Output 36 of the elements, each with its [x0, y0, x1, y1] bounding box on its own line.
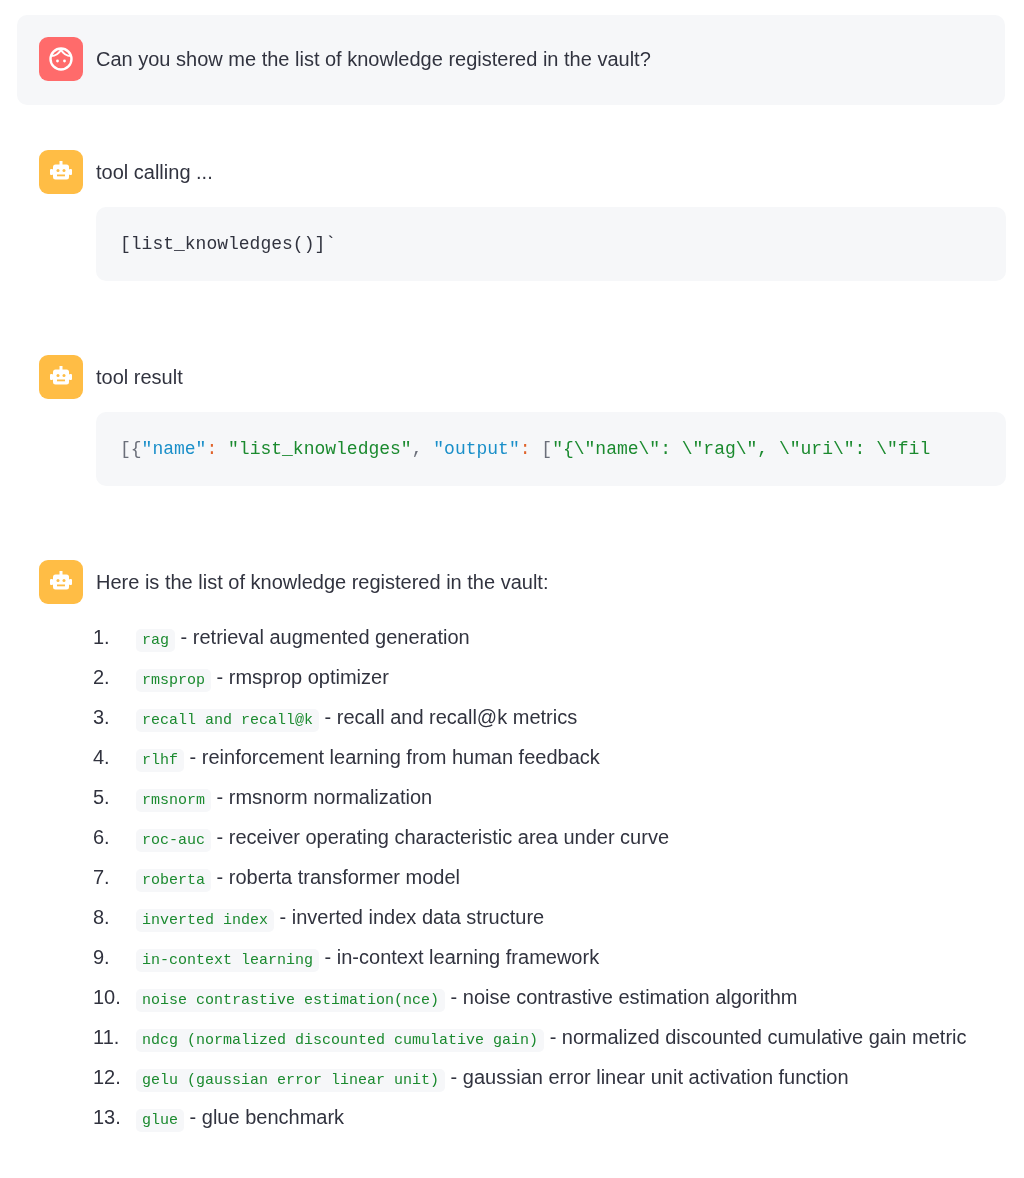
list-number: 11.	[93, 1025, 120, 1050]
list-number: 7.	[93, 865, 111, 890]
list-number: 2.	[93, 665, 111, 690]
list-number: 6.	[93, 825, 111, 850]
list-number: 9.	[93, 945, 111, 970]
list-item-text: roc-auc - receiver operating characteristic area under curve	[136, 819, 669, 859]
code-block: [{"name": "list_knowledges", "output": ["{\"name\": \"rag\", \"uri\": \"fil	[96, 412, 1006, 486]
list-number: 4.	[93, 745, 111, 770]
list-item-text: in-context learning - in-context learning framework	[136, 939, 600, 979]
user-face-icon	[39, 37, 83, 81]
message-text: Can you show me the list of knowledge registered in the vault?	[96, 47, 652, 72]
list-item-text: recall and recall@k - recall and recall@k metrics	[136, 699, 578, 739]
list-number: 3.	[93, 705, 111, 730]
code-block: [list_knowledges()]`	[96, 207, 1006, 281]
list-item-text: glue - glue benchmark	[136, 1099, 345, 1139]
list-number: 10.	[93, 985, 120, 1010]
list-item-text: noise contrastive estimation(nce) - noise contrastive estimation algorithm	[136, 979, 798, 1019]
robot-icon	[39, 560, 83, 604]
robot-icon	[39, 355, 83, 399]
list-item-text: inverted index - inverted index data structure	[136, 899, 545, 939]
message-text: Here is the list of knowledge registered in the vault:	[96, 570, 550, 595]
list-number: 13.	[93, 1105, 120, 1130]
list-number: 8.	[93, 905, 111, 930]
robot-icon	[39, 150, 83, 194]
list-item-text: rmsnorm - rmsnorm normalization	[136, 779, 433, 819]
list-number: 1.	[93, 625, 111, 650]
list-item-text: rmsprop - rmsprop optimizer	[136, 659, 389, 699]
list-item-text: ndcg (normalized discounted cumulative gain) - normalized discounted cumulative gain metric	[136, 1019, 967, 1059]
list-number: 12.	[93, 1065, 120, 1090]
list-item-text: roberta - roberta transformer model	[136, 859, 460, 899]
list-number: 5.	[93, 785, 111, 810]
list-item-text: gelu (gaussian error linear unit) - gaussian error linear unit activation function	[136, 1059, 849, 1099]
message-text: tool result	[96, 365, 184, 390]
list-item-text: rlhf - reinforcement learning from human feedback	[136, 739, 600, 779]
list-item-text: rag - retrieval augmented generation	[136, 619, 470, 659]
message-text: tool calling ...	[96, 160, 214, 185]
